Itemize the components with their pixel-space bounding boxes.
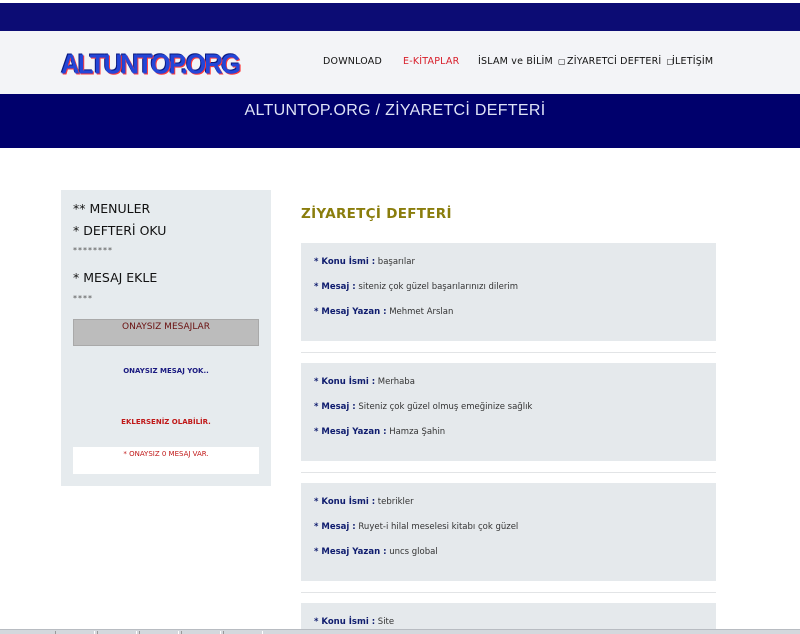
author-label: * Mesaj Yazan :	[314, 307, 387, 317]
entry-author: * Mesaj Yazan : Mehmet Arslan	[314, 307, 453, 317]
author-label: * Mesaj Yazan :	[314, 547, 387, 557]
sidebar-item-read[interactable]: * DEFTERİ OKU	[73, 223, 166, 238]
author-value: Mehmet Arslan	[389, 307, 454, 317]
entry-divider	[301, 352, 716, 353]
author-value: uncs global	[389, 547, 438, 557]
nav-ziyaretci-defteri-label: ZİYARETCİ DEFTERİ	[567, 56, 662, 67]
subject-label: * Konu İsmi :	[314, 377, 376, 387]
entry-message: * Mesaj : siteniz çok güzel başarılarını…	[314, 282, 518, 292]
nav-islam-ve-bilim[interactable]: İSLAM ve BİLİM ▢	[478, 56, 566, 67]
message-label: * Mesaj :	[314, 402, 356, 412]
sidebar-menu-heading: ** MENULER	[73, 201, 151, 216]
chevron-down-icon: ▢	[557, 57, 566, 66]
pending-count-box: * ONAYSIZ 0 MESAJ VAR.	[73, 447, 259, 474]
entry-message: * Mesaj : Siteniz çok güzel olmuş emeğin…	[314, 402, 532, 412]
message-value: Ruyet-i hilal meselesi kitabı çok güzel	[358, 522, 519, 532]
page-title: ALTUNTOP.ORG / ZİYARETCİ DEFTERİ	[244, 102, 546, 119]
taskbar	[0, 629, 800, 634]
sidebar-item-add[interactable]: * MESAJ EKLE	[73, 270, 157, 285]
sidebar: ** MENULER * DEFTERİ OKU ******** * MESA…	[61, 190, 271, 486]
subject-value: Site	[377, 617, 395, 627]
message-label: * Mesaj :	[314, 282, 356, 292]
entry-author: * Mesaj Yazan : uncs global	[314, 547, 438, 557]
message-label: * Mesaj :	[314, 522, 356, 532]
message-value: Siteniz çok güzel olmuş emeğinize sağlık	[358, 402, 533, 412]
message-value: siteniz çok güzel başarılarınızı dilerim	[358, 282, 518, 292]
entry-subject: * Konu İsmi : Merhaba	[314, 377, 415, 387]
entry-subject: * Konu İsmi : başarılar	[314, 257, 415, 267]
nav-iletisim[interactable]: İLETİŞİM	[672, 56, 713, 67]
subject-value: başarılar	[377, 257, 415, 267]
guestbook-entry: * Konu İsmi : başarılar * Mesaj : siteni…	[301, 243, 716, 341]
entry-divider	[301, 472, 716, 473]
guestbook-entry: * Konu İsmi : Merhaba * Mesaj : Siteniz …	[301, 363, 716, 461]
navbar: ALTUNTOP.ORG DOWNLOAD E-KİTAPLAR İSLAM v…	[0, 31, 800, 94]
author-value: Hamza Şahin	[389, 427, 446, 437]
entry-subject: * Konu İsmi : tebrikler	[314, 497, 414, 507]
nav-e-kitaplar[interactable]: E-KİTAPLAR	[403, 56, 459, 67]
subject-label: * Konu İsmi :	[314, 257, 376, 267]
nav-ziyaretci-defteri[interactable]: ZİYARETCİ DEFTERİ ▢	[567, 56, 674, 67]
entry-author: * Mesaj Yazan : Hamza Şahin	[314, 427, 445, 437]
subject-value: Merhaba	[377, 377, 415, 387]
sidebar-separator: ****	[73, 294, 93, 303]
nav-islam-ve-bilim-label: İSLAM ve BİLİM	[478, 56, 553, 67]
page-banner: ALTUNTOP.ORG / ZİYARETCİ DEFTERİ	[0, 94, 800, 148]
guestbook-entry: * Konu İsmi : tebrikler * Mesaj : Ruyet-…	[301, 483, 716, 581]
guestbook-title: ZİYARETÇİ DEFTERİ	[301, 206, 452, 222]
author-label: * Mesaj Yazan :	[314, 427, 387, 437]
main-nav: DOWNLOAD E-KİTAPLAR İSLAM ve BİLİM ▢ ZİYA…	[0, 56, 800, 70]
subject-value: tebrikler	[377, 497, 414, 507]
subject-label: * Konu İsmi :	[314, 617, 376, 627]
hint-text: EKLERSENİZ OLABİLİR.	[121, 418, 211, 426]
top-bar	[0, 0, 800, 31]
entry-message: * Mesaj : Ruyet-i hilal meselesi kitabı …	[314, 522, 518, 532]
no-pending-text: ONAYSIZ MESAJ YOK..	[123, 367, 209, 375]
pending-messages-button[interactable]: ONAYSIZ MESAJLAR	[73, 319, 259, 346]
nav-download[interactable]: DOWNLOAD	[323, 56, 382, 67]
sidebar-separator: ********	[73, 246, 113, 255]
entry-subject: * Konu İsmi : Site	[314, 617, 394, 627]
subject-label: * Konu İsmi :	[314, 497, 376, 507]
entry-divider	[301, 592, 716, 593]
